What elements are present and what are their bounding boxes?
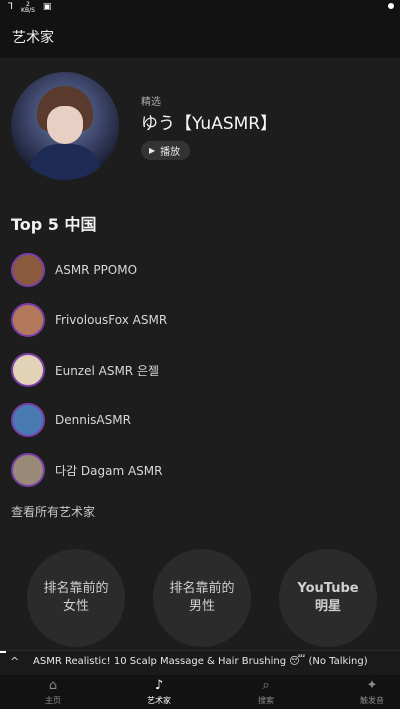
category-circles: 排名靠前的女性 排名靠前的男性 YouTube明星 — [27, 549, 387, 649]
artist-name: ASMR PPOMO — [55, 263, 138, 277]
featured-artist-avatar[interactable] — [11, 72, 119, 180]
featured-artist-name[interactable]: ゆう【YuASMR】 — [141, 109, 277, 134]
page-title: 艺术家 — [12, 30, 54, 46]
bottom-navigation: ⌂ 主页 ♪ 艺术家 ⌕ 搜索 ✦ 触发音 — [0, 675, 400, 709]
artist-row[interactable]: Eunzel ASMR 은젤 — [11, 345, 391, 395]
nav-artists[interactable]: ♪ 艺术家 — [124, 678, 194, 706]
artist-avatar — [11, 253, 45, 287]
artist-row[interactable]: DennisASMR — [11, 395, 391, 445]
artist-row[interactable]: ASMR PPOMO — [11, 245, 391, 295]
category-label: 排名靠前的女性 — [43, 581, 109, 614]
artist-avatar — [11, 303, 45, 337]
status-dot-icon — [388, 3, 394, 9]
artist-name: Eunzel ASMR 은젤 — [55, 363, 160, 378]
top-female-category[interactable]: 排名靠前的女性 — [27, 549, 125, 647]
artist-name: 다감 Dagam ASMR — [55, 463, 163, 478]
nav-triggers[interactable]: ✦ 触发音 — [337, 678, 400, 706]
chevron-up-icon[interactable]: ^ — [10, 655, 19, 668]
artist-avatar — [11, 453, 45, 487]
artists-content[interactable]: 精选 ゆう【YuASMR】 ▶ 播放 Top 5 中国 ASMR PPOMO F… — [0, 59, 400, 650]
search-icon: ⌕ — [262, 678, 270, 693]
top-artists-list: ASMR PPOMO FrivolousFox ASMR Eunzel ASMR… — [11, 245, 391, 495]
network-speed: 2 KB/S — [21, 2, 35, 14]
nav-label: 艺术家 — [147, 696, 171, 705]
nav-home[interactable]: ⌂ 主页 — [18, 678, 88, 706]
play-button-label: 播放 — [160, 147, 181, 158]
mini-player[interactable]: ^ ASMR Realistic! 10 Scalp Massage & Hai… — [0, 650, 400, 675]
image-notification-icon: ▣ — [42, 2, 52, 12]
artist-icon: ♪ — [154, 678, 164, 693]
artist-avatar — [11, 403, 45, 437]
nav-label: 触发音 — [360, 696, 384, 705]
status-bar: ⅂ 2 KB/S ▣ — [0, 0, 400, 16]
play-button[interactable]: ▶ 播放 — [141, 141, 191, 160]
sparkle-icon: ✦ — [366, 678, 378, 693]
home-icon: ⌂ — [48, 678, 58, 693]
app-bar: 艺术家 — [0, 16, 400, 59]
artist-row[interactable]: 다감 Dagam ASMR — [11, 445, 391, 495]
top-male-category[interactable]: 排名靠前的男性 — [153, 549, 251, 647]
play-icon: ▶ — [149, 146, 156, 155]
featured-label: 精选 — [141, 97, 161, 108]
top-section-title: Top 5 中国 — [11, 215, 97, 234]
artist-row[interactable]: FrivolousFox ASMR — [11, 295, 391, 345]
nav-label: 主页 — [45, 696, 61, 705]
category-label: YouTube明星 — [297, 581, 359, 614]
artist-avatar — [11, 353, 45, 387]
now-playing-title: ASMR Realistic! 10 Scalp Massage & Hair … — [33, 656, 368, 667]
playback-progress — [0, 651, 6, 653]
nav-label: 搜索 — [258, 696, 274, 705]
category-label: 排名靠前的男性 — [169, 581, 235, 614]
see-all-artists-link[interactable]: 查看所有艺术家 — [11, 503, 95, 520]
speed-unit: KB/S — [21, 7, 35, 14]
app-notification-icon: ⅂ — [8, 2, 14, 12]
youtube-stars-category[interactable]: YouTube明星 — [279, 549, 377, 647]
nav-search[interactable]: ⌕ 搜索 — [231, 678, 301, 706]
artist-name: FrivolousFox ASMR — [55, 313, 168, 327]
artist-name: DennisASMR — [55, 413, 131, 427]
